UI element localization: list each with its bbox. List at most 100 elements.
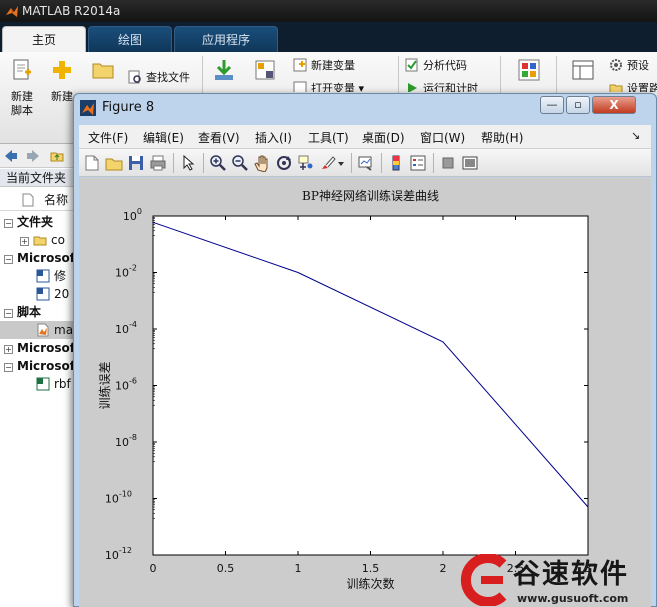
maximize-button[interactable]: ▫: [566, 96, 590, 114]
figure-titlebar[interactable]: Figure 8 — ▫ X: [74, 94, 656, 121]
y-tick-label: 10-4: [115, 320, 137, 336]
error-curve-plot[interactable]: 0 0.5 1 1.5 2 2.5 310010-210-410-610-810-1010-…: [79, 178, 651, 607]
analyze-code-button[interactable]: 分析代码: [405, 57, 467, 75]
file-column-icon: [22, 193, 34, 207]
menu-window[interactable]: 窗口(W): [420, 129, 465, 146]
data-cursor-icon[interactable]: [297, 154, 315, 172]
x-tick-label: 1: [295, 562, 302, 575]
link-plot-icon[interactable]: [357, 154, 375, 172]
up-folder-icon[interactable]: [50, 149, 64, 163]
menu-help[interactable]: 帮助(H): [481, 129, 523, 146]
tree-item-script[interactable]: ma: [0, 321, 80, 339]
tree-group-folders[interactable]: − 文件夹: [0, 213, 80, 231]
show-plot-tools-icon[interactable]: [461, 154, 479, 172]
y-tick-label: 10-12: [105, 546, 132, 562]
tab-home[interactable]: 主页: [2, 26, 86, 52]
import-data-button[interactable]: [207, 58, 241, 90]
rotate-3d-icon[interactable]: [275, 154, 293, 172]
open-file-icon[interactable]: [105, 154, 123, 172]
pan-hand-icon[interactable]: [253, 154, 271, 172]
matlab-logo-icon: [80, 100, 96, 116]
new-figure-icon[interactable]: [83, 154, 101, 172]
zoom-in-icon[interactable]: [209, 154, 227, 172]
menu-edit[interactable]: 编辑(E): [143, 129, 184, 146]
run-and-time-icon: [408, 83, 417, 92]
collapse-icon[interactable]: −: [4, 309, 13, 318]
tree-item-excel-file[interactable]: rbf: [0, 375, 80, 393]
toolbar-separator: [203, 153, 204, 173]
menu-insert[interactable]: 插入(I): [255, 129, 292, 146]
plot-title: BP神经网络训练误差曲线: [302, 188, 439, 203]
open-variable-button[interactable]: 打开变量 ▾: [293, 80, 364, 92]
new-script-button[interactable]: 新建 脚本: [5, 58, 39, 118]
open-button[interactable]: [86, 58, 120, 90]
y-axis-label: 训练误差: [97, 361, 112, 409]
zoom-out-icon[interactable]: [231, 154, 249, 172]
forward-arrow-icon[interactable]: [26, 149, 40, 163]
collapse-icon[interactable]: −: [4, 255, 13, 264]
gear-icon: [610, 59, 622, 71]
set-path-button[interactable]: 设置路: [609, 80, 657, 92]
toolbar-separator: [351, 153, 352, 173]
save-icon[interactable]: [127, 154, 145, 172]
tree-item-word-doc[interactable]: 20: [0, 285, 80, 303]
colorbar-icon[interactable]: [387, 154, 405, 172]
save-workspace-button[interactable]: [248, 58, 282, 90]
brush-icon[interactable]: [319, 154, 337, 172]
menu-desktop[interactable]: 桌面(D): [362, 129, 405, 146]
run-and-time-button[interactable]: 运行和计时: [405, 80, 478, 92]
current-folder-pane: 当前文件夹 名称 − 文件夹 + co − Microsof 修 20 − 脚本 ma …: [0, 144, 80, 607]
toolbar-separator: [173, 153, 174, 173]
word-doc-icon: [36, 269, 50, 283]
y-tick-label: 10-8: [115, 433, 137, 449]
collapse-icon[interactable]: −: [4, 219, 13, 228]
name-column-header[interactable]: 名称: [0, 189, 80, 211]
menu-file[interactable]: 文件(F): [88, 129, 128, 146]
x-tick-label: 1.5: [362, 562, 380, 575]
tree-item-word-doc[interactable]: 修: [0, 267, 80, 285]
menu-tools[interactable]: 工具(T): [308, 129, 349, 146]
app-title: MATLAB R2014a: [22, 4, 121, 18]
legend-icon[interactable]: [409, 154, 427, 172]
tree-item-folder[interactable]: + co: [0, 231, 80, 249]
back-arrow-icon[interactable]: [4, 149, 18, 163]
analyze-code-icon: [405, 58, 418, 72]
preferences-button[interactable]: 预设: [609, 57, 649, 75]
watermark-brand: 谷速软件: [513, 559, 629, 590]
expand-icon[interactable]: +: [20, 237, 29, 246]
tree-group-word[interactable]: − Microsof: [0, 249, 80, 267]
new-variable-icon: [293, 58, 307, 72]
simulink-grid-icon: [518, 59, 540, 81]
print-icon[interactable]: [149, 154, 167, 172]
figure-canvas[interactable]: 0 0.5 1 1.5 2 2.5 3 100 10-2 10-4 10-6 10-8 10-10 10-…: [79, 178, 651, 607]
expand-icon[interactable]: +: [4, 345, 13, 354]
close-button[interactable]: X: [592, 96, 636, 114]
m-file-icon: [37, 323, 49, 337]
tree-group-excel[interactable]: − Microsof: [0, 357, 80, 375]
toolstrip-tabs: 主页 绘图 应用程序: [0, 22, 657, 52]
simulink-library-button[interactable]: [512, 58, 546, 90]
tab-plots[interactable]: 绘图: [88, 26, 172, 52]
layout-button[interactable]: [566, 58, 600, 90]
layout-icon: [572, 60, 594, 80]
new-script-icon: [13, 59, 31, 80]
edit-plot-arrow-icon[interactable]: [179, 154, 197, 172]
hide-plot-tools-icon[interactable]: [439, 154, 457, 172]
folder-icon: [33, 236, 47, 246]
tab-apps[interactable]: 应用程序: [174, 26, 278, 52]
minimize-button[interactable]: —: [540, 96, 564, 114]
find-files-icon: [128, 70, 141, 84]
x-tick-label: 0: [150, 562, 157, 575]
plot-area[interactable]: [152, 215, 589, 556]
find-files-button[interactable]: 查找文件: [128, 69, 190, 87]
y-tick-label: 10-2: [115, 264, 137, 280]
tree-group-office[interactable]: + Microsof: [0, 339, 80, 357]
dock-arrow-icon[interactable]: ↘: [631, 129, 640, 142]
tree-group-scripts[interactable]: − 脚本: [0, 303, 80, 321]
menu-view[interactable]: 查看(V): [198, 129, 240, 146]
watermark-url: www.gusuoft.com: [517, 592, 629, 605]
new-variable-button[interactable]: 新建变量: [293, 57, 355, 75]
chevron-down-icon[interactable]: [336, 154, 346, 172]
y-tick-label: 100: [123, 207, 142, 223]
collapse-icon[interactable]: −: [4, 363, 13, 372]
